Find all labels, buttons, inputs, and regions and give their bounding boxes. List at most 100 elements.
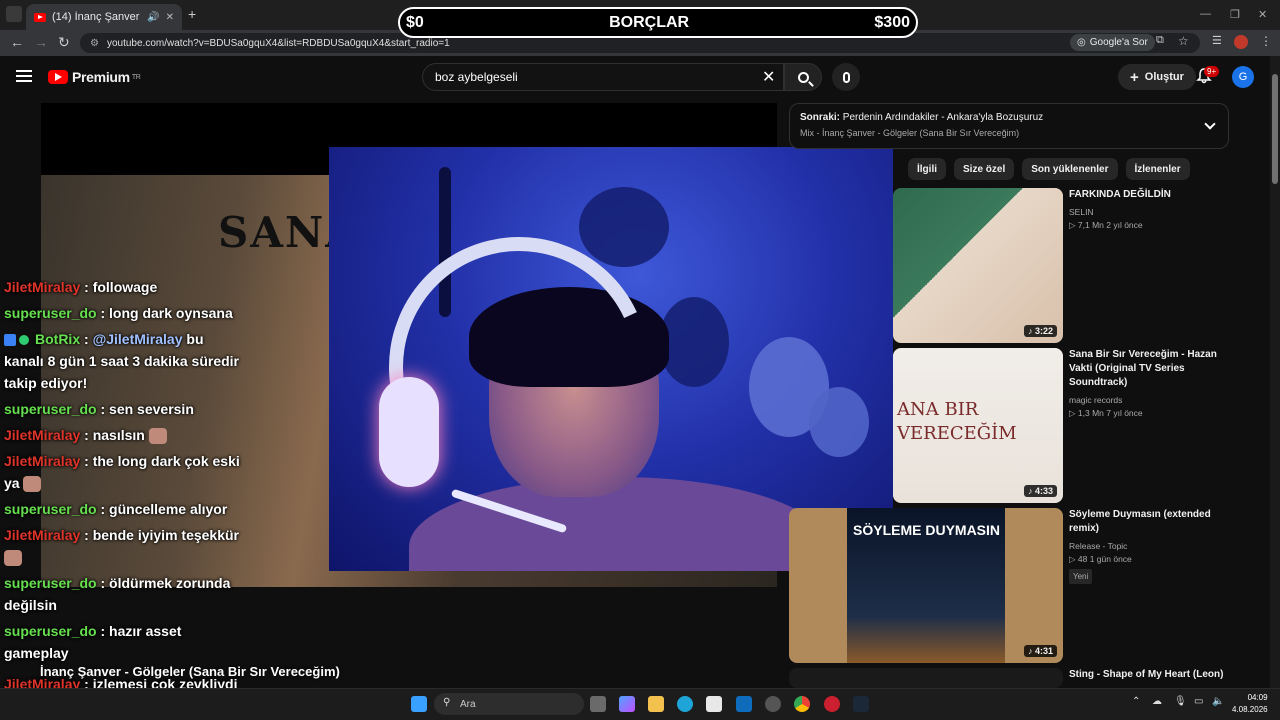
minimize-icon[interactable]: —: [1200, 8, 1211, 20]
tray-expand-icon[interactable]: ⌃: [1132, 696, 1140, 707]
video-thumbnail[interactable]: ♪ 3:22: [893, 188, 1063, 343]
browser-tab[interactable]: (14) İnanç Şanver - Gölgele 🔊 ✕: [26, 4, 182, 30]
new-tab-button[interactable]: +: [188, 6, 196, 22]
copilot-icon[interactable]: [619, 696, 635, 712]
next-up-title: Perdenin Ardındakiler - Ankara'yla Bozuş…: [842, 112, 1044, 123]
task-view-icon[interactable]: [590, 696, 606, 712]
edge-icon[interactable]: [677, 696, 693, 712]
tab-search-icon[interactable]: [6, 6, 22, 22]
debt-left: $0: [406, 13, 424, 31]
close-tab-icon[interactable]: ✕: [166, 12, 174, 23]
chip-related[interactable]: İlgili: [908, 158, 946, 180]
voice-search-button[interactable]: [832, 63, 860, 91]
chat-message: superuser_do : hazır asset gameplay: [0, 620, 240, 664]
opera-icon[interactable]: [824, 696, 840, 712]
brand-name: Premium: [72, 69, 130, 85]
menu-kebab-icon[interactable]: ⋮: [1260, 34, 1272, 48]
store-icon[interactable]: [706, 696, 722, 712]
outlook-icon[interactable]: [736, 696, 752, 712]
search-button[interactable]: [784, 63, 822, 91]
speaker-icon[interactable]: 🔊: [147, 12, 159, 23]
chip-watched[interactable]: İzlenenler: [1125, 158, 1190, 180]
person-body: [409, 477, 829, 571]
start-menu-icon[interactable]: [411, 696, 427, 712]
emote-icon: [148, 428, 167, 445]
debt-right: $300: [874, 13, 910, 31]
chat-username: JiletMiralay: [4, 453, 81, 469]
chat-message: superuser_do : güncelleme alıyor: [0, 498, 240, 520]
profile-avatar[interactable]: [1234, 35, 1248, 49]
url-text: youtube.com/watch?v=BDUSa0gquX4&list=RDB…: [106, 37, 450, 49]
next-up-prefix: Sonraki:: [800, 112, 841, 123]
restore-icon[interactable]: ❐: [1230, 8, 1240, 21]
chip-recent[interactable]: Son yüklenenler: [1022, 158, 1118, 180]
steam-icon[interactable]: [853, 696, 869, 712]
view-stats: ▷ 48 1 gün önce: [1069, 554, 1132, 564]
bot-badge-icon: [4, 334, 16, 347]
scrollbar-thumb[interactable]: [1272, 74, 1278, 184]
thumbnail-text: SÖYLEME DUYMASIN: [853, 522, 1001, 538]
app-icon[interactable]: [765, 696, 781, 712]
recommendation-item[interactable]: Sana Bir Sır Vereceğim - Hazan Vakti (Or…: [1069, 348, 1239, 420]
file-explorer-icon[interactable]: [648, 696, 664, 712]
chat-message: JiletMiralay : bende iyiyim teşekkür: [0, 524, 240, 568]
windows-taskbar: [0, 688, 1280, 720]
chat-message: BotRix : @JiletMiralay bu kanalı 8 gün 1…: [0, 328, 240, 394]
reading-list-icon[interactable]: ☰: [1212, 34, 1222, 47]
video-meta: Release - Topic ▷ 48 1 gün önce Yeni: [1069, 540, 1239, 584]
chat-username: superuser_do: [4, 501, 97, 517]
chat-message: JiletMiralay : the long dark çok eski ya: [0, 450, 240, 494]
taskbar-search[interactable]: ⚲ Ara: [434, 693, 584, 715]
video-thumbnail[interactable]: SÖYLEME DUYMASIN ♪ 4:31: [789, 508, 1063, 663]
youtube-favicon-icon: [34, 12, 46, 22]
video-title: Sana Bir Sır Vereceğim - Hazan Vakti (Or…: [1069, 349, 1217, 388]
recommendation-item[interactable]: Söyleme Duymasın (extended remix) Releas…: [1069, 508, 1239, 584]
site-info-icon[interactable]: ⚙: [90, 38, 99, 49]
clear-search-icon[interactable]: ✕: [762, 67, 775, 87]
video-thumbnail[interactable]: ANA BIR VERECEĞİM ♪ 4:33: [893, 348, 1063, 503]
recommendation-item[interactable]: Sting - Shape of My Heart (Leon): [1069, 668, 1269, 682]
reload-icon[interactable]: ↻: [58, 34, 70, 51]
clock-date: 4.08.2026: [1232, 705, 1268, 714]
youtube-logo[interactable]: Premium TR: [48, 69, 141, 85]
chip-for-you[interactable]: Size özel: [954, 158, 1015, 180]
mic-tray-icon[interactable]: 🎙: [1174, 696, 1187, 707]
chat-text: : long dark oynsana: [100, 305, 233, 321]
network-icon[interactable]: ▭: [1194, 696, 1203, 707]
account-avatar[interactable]: G: [1232, 66, 1254, 88]
close-window-icon[interactable]: ✕: [1258, 8, 1267, 21]
video-thumbnail[interactable]: [789, 668, 1063, 688]
volume-icon[interactable]: 🔈: [1212, 696, 1224, 707]
chat-message: superuser_do : sen seversin: [0, 398, 240, 420]
cloud-icon[interactable]: ☁: [1152, 696, 1162, 707]
video-meta: SELIN ▷ 7,1 Mn 2 yıl önce: [1069, 206, 1239, 232]
chat-message: superuser_do : öldürmek zorunda değilsin: [0, 572, 240, 616]
chrome-icon[interactable]: [794, 696, 810, 712]
taskbar-clock[interactable]: 04:09 4.08.2026: [1232, 692, 1268, 716]
chat-username: superuser_do: [4, 305, 97, 321]
plush-toy: [659, 297, 729, 387]
google-ask-button[interactable]: ◎ Google'a Sor: [1070, 34, 1155, 51]
chat-message: superuser_do : long dark oynsana: [0, 302, 240, 324]
install-icon[interactable]: ⧉: [1156, 34, 1164, 47]
lens-icon: ◎: [1077, 37, 1086, 48]
search-input[interactable]: boz aybelgeseli: [422, 63, 784, 91]
bookmark-star-icon[interactable]: ☆: [1178, 34, 1189, 48]
back-icon[interactable]: ←: [10, 34, 24, 50]
new-badge: Yeni: [1069, 569, 1093, 584]
recommendation-item[interactable]: FARKINDA DEĞİLDİN SELIN ▷ 7,1 Mn 2 yıl ö…: [1069, 188, 1239, 232]
duration-badge: ♪ 4:31: [1023, 645, 1057, 657]
duration-badge: ♪ 4:33: [1023, 485, 1057, 497]
chat-username: JiletMiralay: [4, 527, 81, 543]
hamburger-menu-icon[interactable]: [16, 70, 32, 82]
chat-text: : followage: [84, 280, 158, 295]
filter-chips: İlgili Size özel Son yüklenenler İzlenen…: [893, 158, 1190, 180]
video-title: Sting - Shape of My Heart (Leon): [1069, 669, 1224, 680]
forward-icon[interactable]: →: [34, 34, 48, 50]
next-up-panel[interactable]: Sonraki: Perdenin Ardındakiler - Ankara'…: [789, 103, 1229, 149]
chat-username: superuser_do: [4, 401, 97, 417]
create-button[interactable]: + Oluştur: [1118, 64, 1196, 90]
plush-toy: [579, 187, 669, 267]
notification-count-badge: 9+: [1204, 66, 1220, 77]
tab-title: (14) İnanç Şanver - Gölgele: [52, 11, 141, 23]
